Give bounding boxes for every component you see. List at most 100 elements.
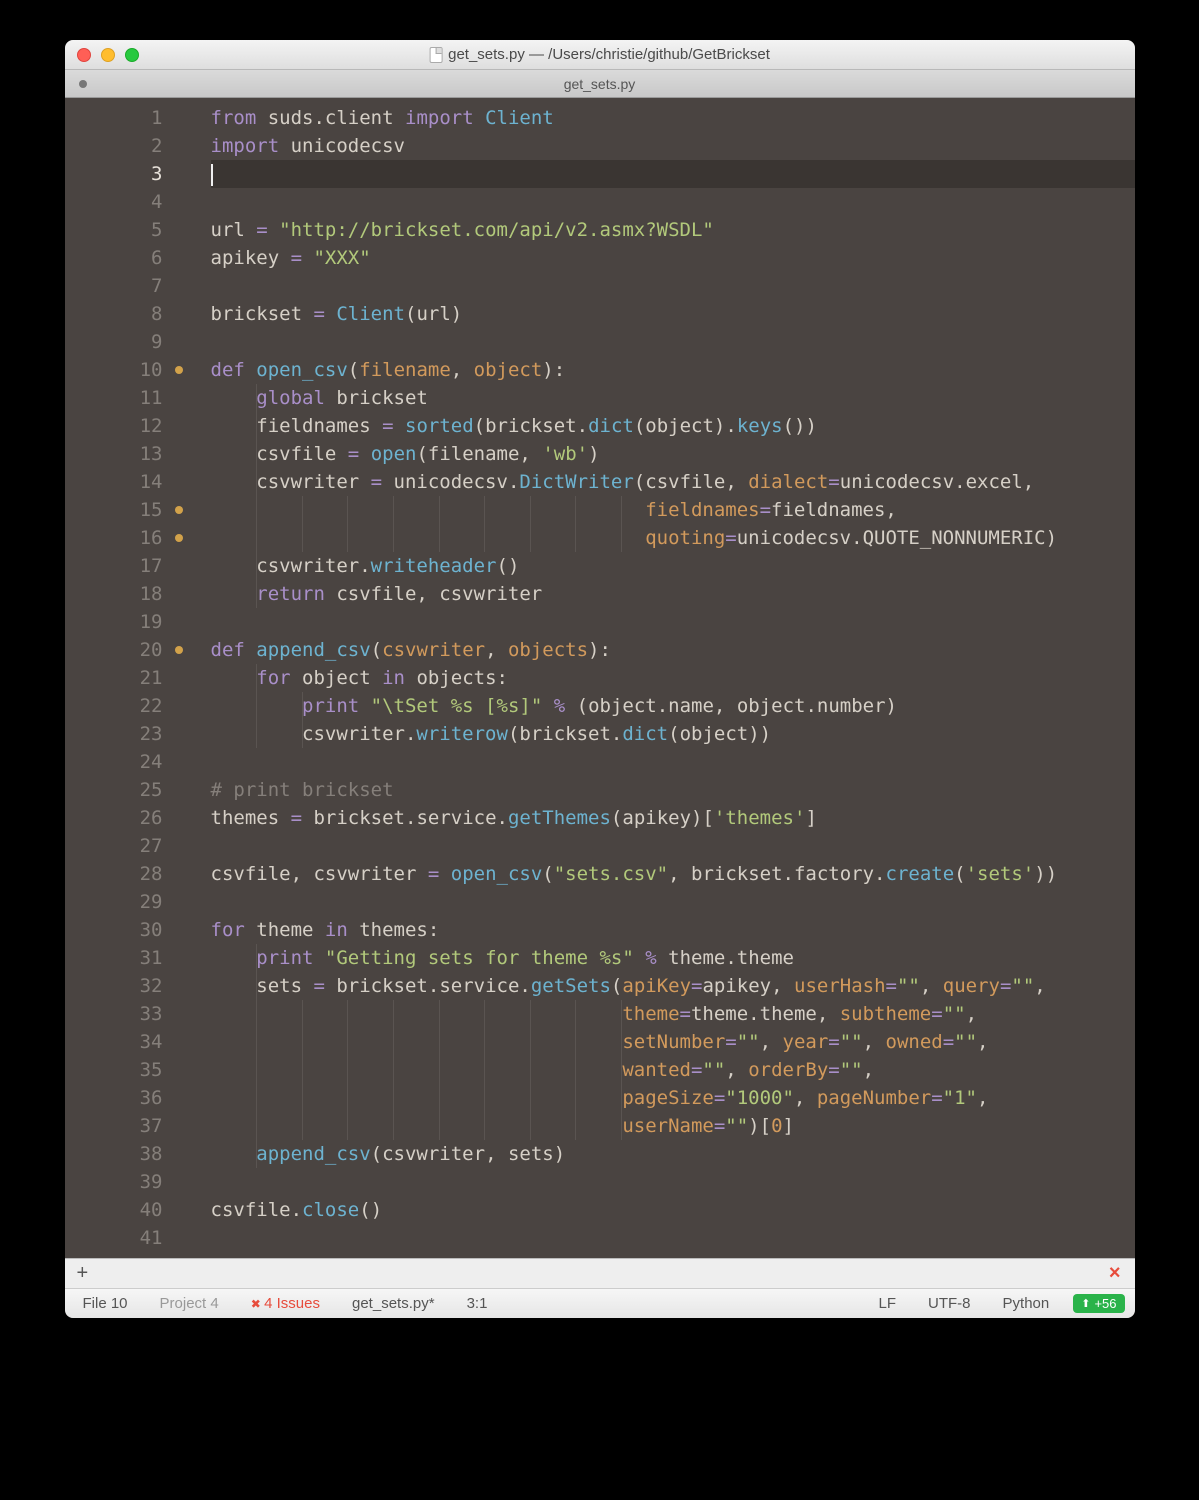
code-line[interactable]: fieldnames=fieldnames, [211, 496, 1135, 524]
status-encoding[interactable]: UTF-8 [920, 1295, 979, 1312]
code-line[interactable]: sets = brickset.service.getSets(apiKey=a… [211, 972, 1135, 1000]
line-number: 30 [65, 916, 163, 944]
line-number: 1 [65, 104, 163, 132]
code-line[interactable]: for theme in themes: [211, 916, 1135, 944]
code-line[interactable]: append_csv(csvwriter, sets) [211, 1140, 1135, 1168]
zoom-button[interactable] [125, 48, 139, 62]
code-line[interactable]: print "Getting sets for theme %s" % them… [211, 944, 1135, 972]
line-number: 15 [65, 496, 163, 524]
text-cursor [211, 164, 213, 186]
title-text: get_sets.py — /Users/christie/github/Get… [448, 46, 770, 63]
code-line[interactable]: csvfile, csvwriter = open_csv("sets.csv"… [211, 860, 1135, 888]
line-number: 8 [65, 300, 163, 328]
line-number: 9 [65, 328, 163, 356]
titlebar: get_sets.py — /Users/christie/github/Get… [65, 40, 1135, 70]
line-number: 41 [65, 1224, 163, 1252]
line-number-gutter: 1234567891011121314151617181920212223242… [65, 98, 173, 1258]
code-line[interactable]: import unicodecsv [211, 132, 1135, 160]
line-number: 3 [65, 160, 163, 188]
line-number: 17 [65, 552, 163, 580]
code-content[interactable]: from suds.client import Clientimport uni… [173, 98, 1135, 1258]
line-number: 27 [65, 832, 163, 860]
line-number: 40 [65, 1196, 163, 1224]
code-line[interactable]: theme=theme.theme, subtheme="", [211, 1000, 1135, 1028]
line-number: 38 [65, 1140, 163, 1168]
line-number: 4 [65, 188, 163, 216]
code-line[interactable]: quoting=unicodecsv.QUOTE_NONNUMERIC) [211, 524, 1135, 552]
code-line[interactable]: csvfile = open(filename, 'wb') [211, 440, 1135, 468]
lint-warning-dot [175, 366, 183, 374]
code-line[interactable]: csvwriter.writerow(brickset.dict(object)… [211, 720, 1135, 748]
close-button[interactable] [77, 48, 91, 62]
status-vcs-add[interactable]: +56 [1073, 1294, 1124, 1313]
traffic-lights [65, 48, 139, 62]
code-line[interactable]: def open_csv(filename, object): [211, 356, 1135, 384]
line-number: 12 [65, 412, 163, 440]
line-number: 28 [65, 860, 163, 888]
code-line[interactable]: for object in objects: [211, 664, 1135, 692]
lint-warning-dot [175, 534, 183, 542]
line-number: 36 [65, 1084, 163, 1112]
line-number: 35 [65, 1056, 163, 1084]
line-number: 33 [65, 1000, 163, 1028]
line-number: 24 [65, 748, 163, 776]
code-line[interactable] [211, 888, 1135, 916]
line-number: 26 [65, 804, 163, 832]
close-panel-button[interactable]: × [1095, 1262, 1135, 1285]
code-line[interactable] [211, 272, 1135, 300]
bottom-tab-row: + × [65, 1258, 1135, 1288]
code-line[interactable]: # print brickset [211, 776, 1135, 804]
editor-area[interactable]: 1234567891011121314151617181920212223242… [65, 98, 1135, 1258]
code-line[interactable] [211, 832, 1135, 860]
code-line[interactable]: themes = brickset.service.getThemes(apik… [211, 804, 1135, 832]
code-line[interactable]: from suds.client import Client [211, 104, 1135, 132]
code-line[interactable] [211, 328, 1135, 356]
line-number: 21 [65, 664, 163, 692]
code-line[interactable]: url = "http://brickset.com/api/v2.asmx?W… [211, 216, 1135, 244]
code-line[interactable]: wanted="", orderBy="", [211, 1056, 1135, 1084]
tab-label[interactable]: get_sets.py [564, 76, 636, 92]
code-line[interactable]: csvfile.close() [211, 1196, 1135, 1224]
new-tab-button[interactable]: + [65, 1262, 101, 1285]
code-line[interactable]: return csvfile, csvwriter [211, 580, 1135, 608]
status-eol[interactable]: LF [871, 1295, 905, 1312]
status-file[interactable]: File 10 [75, 1295, 136, 1312]
code-line[interactable]: def append_csv(csvwriter, objects): [211, 636, 1135, 664]
line-number: 23 [65, 720, 163, 748]
line-number: 25 [65, 776, 163, 804]
tab-bar[interactable]: get_sets.py [65, 70, 1135, 98]
code-line[interactable] [211, 748, 1135, 776]
line-number: 37 [65, 1112, 163, 1140]
file-icon [429, 47, 442, 63]
code-line[interactable]: csvwriter.writeheader() [211, 552, 1135, 580]
minimize-button[interactable] [101, 48, 115, 62]
status-position[interactable]: 3:1 [459, 1295, 496, 1312]
code-line[interactable]: apikey = "XXX" [211, 244, 1135, 272]
window-title: get_sets.py — /Users/christie/github/Get… [429, 46, 770, 63]
status-language[interactable]: Python [995, 1295, 1058, 1312]
code-line[interactable]: global brickset [211, 384, 1135, 412]
code-line[interactable] [211, 160, 1135, 188]
code-line[interactable]: fieldnames = sorted(brickset.dict(object… [211, 412, 1135, 440]
tab-modified-dot [79, 80, 87, 88]
code-line[interactable]: pageSize="1000", pageNumber="1", [211, 1084, 1135, 1112]
code-line[interactable] [211, 1224, 1135, 1252]
code-line[interactable]: csvwriter = unicodecsv.DictWriter(csvfil… [211, 468, 1135, 496]
line-number: 31 [65, 944, 163, 972]
editor-window: get_sets.py — /Users/christie/github/Get… [65, 40, 1135, 1318]
status-project[interactable]: Project 4 [152, 1295, 227, 1312]
code-line[interactable]: userName="")[0] [211, 1112, 1135, 1140]
line-number: 34 [65, 1028, 163, 1056]
code-line[interactable]: print "\tSet %s [%s]" % (object.name, ob… [211, 692, 1135, 720]
line-number: 32 [65, 972, 163, 1000]
code-line[interactable] [211, 188, 1135, 216]
code-line[interactable] [211, 1168, 1135, 1196]
line-number: 10 [65, 356, 163, 384]
status-issues[interactable]: 4 Issues [243, 1295, 328, 1312]
line-number: 19 [65, 608, 163, 636]
code-line[interactable]: setNumber="", year="", owned="", [211, 1028, 1135, 1056]
line-number: 14 [65, 468, 163, 496]
code-line[interactable] [211, 608, 1135, 636]
status-filename[interactable]: get_sets.py* [344, 1295, 443, 1312]
code-line[interactable]: brickset = Client(url) [211, 300, 1135, 328]
